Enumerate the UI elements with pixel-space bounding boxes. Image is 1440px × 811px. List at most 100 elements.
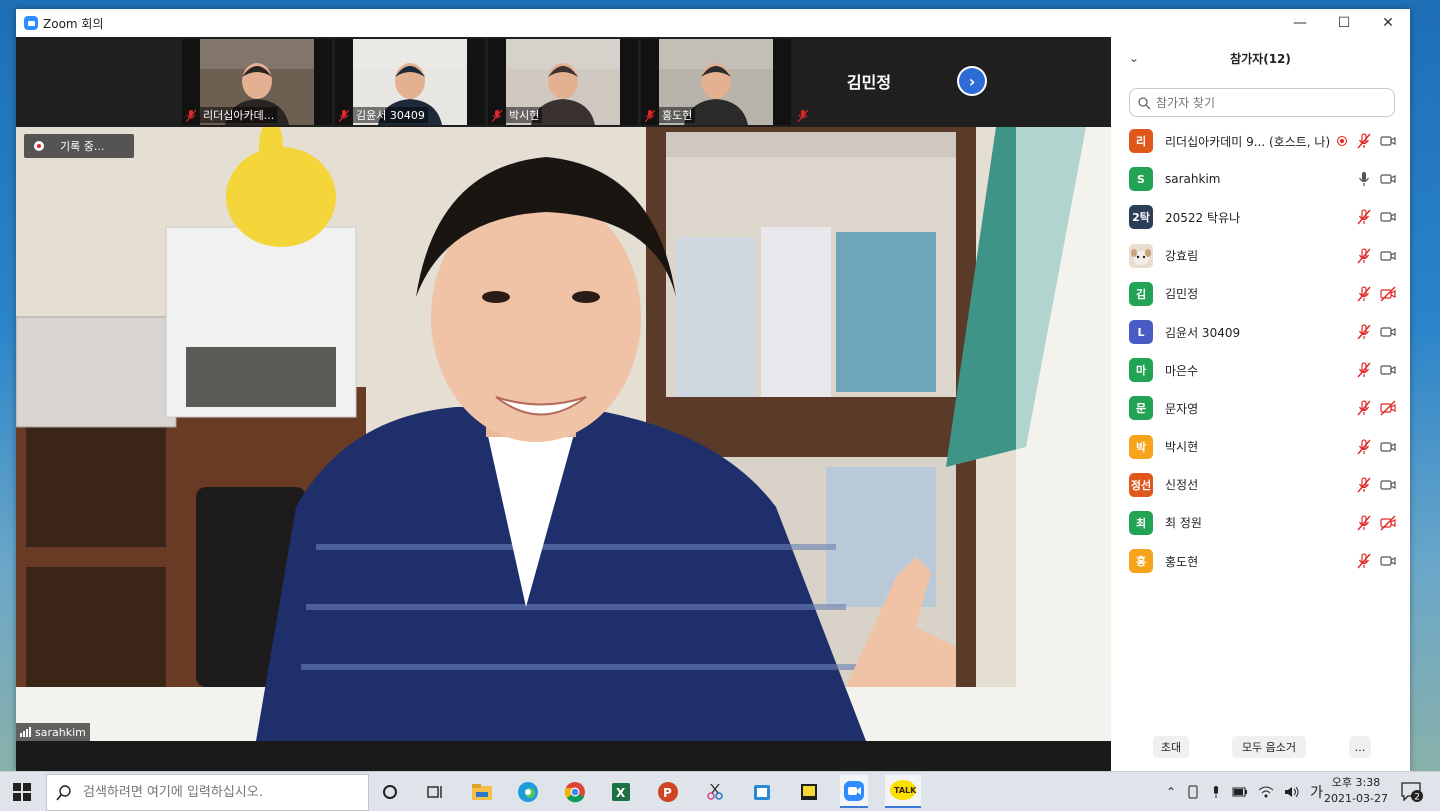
mic-muted-icon[interactable] — [1356, 133, 1372, 149]
video-off-icon[interactable] — [1380, 515, 1396, 531]
edge-browser-button[interactable] — [514, 778, 542, 806]
mic-muted-icon[interactable] — [1356, 400, 1372, 416]
mic-muted-icon[interactable] — [1356, 248, 1372, 264]
mic-muted-icon[interactable] — [1356, 286, 1372, 302]
video-off-icon[interactable] — [1380, 286, 1396, 302]
avatar-initial: 문 — [1135, 402, 1147, 416]
windows-start-icon[interactable] — [12, 782, 32, 802]
excel-button[interactable]: X — [607, 778, 635, 806]
more-options-button[interactable]: ... — [1349, 736, 1371, 758]
mic-muted-icon[interactable] — [1356, 209, 1372, 225]
avatar: L — [1129, 320, 1153, 345]
system-tray: ⌃ 가 — [1166, 772, 1323, 811]
participant-row[interactable]: Ssarahkim — [1111, 160, 1410, 198]
mic-muted-icon[interactable] — [1356, 477, 1372, 493]
notification-icon: 2 — [1401, 782, 1423, 803]
mic-muted-icon[interactable] — [1356, 515, 1372, 531]
video-camera-icon[interactable] — [1380, 133, 1396, 149]
battery-icon[interactable] — [1232, 786, 1248, 798]
avatar: 정선 — [1129, 472, 1153, 497]
video-camera-icon[interactable] — [1380, 324, 1396, 340]
video-camera-icon[interactable] — [1380, 248, 1396, 264]
next-page-button[interactable]: › — [957, 66, 987, 96]
panel-title: 참가자(12) — [1230, 52, 1291, 66]
zoom-app-button[interactable] — [840, 775, 868, 808]
sticky-notes-icon — [801, 784, 817, 800]
thumbnail-name: 홍도현 — [659, 107, 696, 123]
volume-icon[interactable] — [1284, 785, 1300, 799]
microphone-icon[interactable] — [1356, 171, 1372, 187]
microphone-icon[interactable] — [1210, 785, 1222, 799]
mic-muted-icon[interactable] — [1356, 438, 1372, 455]
active-speaker-video[interactable]: 기록 중... — [16, 127, 1111, 741]
wifi-icon[interactable] — [1258, 785, 1274, 799]
video-camera-icon[interactable] — [1380, 553, 1396, 569]
taskbar-search-input[interactable] — [81, 784, 365, 801]
participant-row[interactable]: 리 리더십아카데미 9... (호스트, 나) — [1111, 122, 1410, 160]
invite-button[interactable]: 초대 — [1153, 736, 1189, 758]
minimize-button[interactable]: — — [1278, 9, 1322, 37]
avatar: 박 — [1129, 434, 1153, 459]
participant-row[interactable]: 정선 신정선 — [1111, 466, 1410, 504]
app-button[interactable] — [748, 778, 776, 806]
participant-row[interactable]: 마 마은수 — [1111, 351, 1410, 389]
participant-row[interactable]: 김 김민정 — [1111, 275, 1410, 313]
video-camera-icon[interactable] — [1380, 439, 1396, 455]
taskbar-clock[interactable]: 오후 3:38 2021-03-27 — [1322, 775, 1390, 807]
video-camera-icon[interactable] — [1380, 362, 1396, 378]
participant-status-icons — [1356, 248, 1396, 264]
video-camera-icon[interactable] — [1380, 209, 1396, 225]
sticky-notes-button[interactable] — [795, 778, 823, 806]
device-icon[interactable] — [1186, 785, 1200, 799]
file-explorer-button[interactable] — [468, 778, 496, 806]
thumbnail-name: 박시현 — [506, 107, 543, 123]
video-thumbnail[interactable]: 김민정 — [794, 39, 944, 125]
chevron-up-icon[interactable]: ⌃ — [1166, 785, 1176, 799]
video-camera-icon[interactable] — [1380, 171, 1396, 187]
participant-row[interactable]: L 김윤서 30409 — [1111, 313, 1410, 351]
video-thumbnail[interactable]: 홍도현 — [641, 39, 791, 125]
participant-row[interactable]: 문 문자영 — [1111, 389, 1410, 427]
participant-row[interactable]: 박 박시현 — [1111, 428, 1410, 466]
chrome-browser-button[interactable] — [561, 778, 589, 806]
participant-name: 신정선 — [1165, 478, 1199, 493]
task-view-button[interactable] — [420, 778, 448, 806]
participant-name: 마은수 — [1165, 363, 1199, 378]
video-thumbnail[interactable]: 김윤서 30409 — [335, 39, 485, 125]
avatar: 홍 — [1129, 549, 1153, 574]
mute-all-button[interactable]: 모두 음소거 — [1232, 736, 1306, 758]
taskbar-search-box[interactable] — [46, 774, 369, 811]
close-button[interactable]: ✕ — [1366, 9, 1410, 37]
mic-muted-icon — [186, 110, 196, 122]
active-speaker-name: sarahkim — [35, 725, 86, 739]
participant-row[interactable]: 홍 홍도현 — [1111, 542, 1410, 580]
snip-tool-button[interactable] — [701, 778, 729, 806]
video-thumbnail[interactable]: 박시현 — [488, 39, 638, 125]
search-input[interactable] — [1154, 94, 1388, 111]
mic-muted-icon[interactable] — [1356, 362, 1372, 378]
video-thumbnail[interactable]: 리더십아카데... — [182, 39, 332, 125]
participant-row[interactable]: 강효림 — [1111, 237, 1410, 275]
powerpoint-button[interactable]: P — [654, 778, 682, 806]
avatar-initial: 박 — [1135, 440, 1147, 454]
participant-name: sarahkim — [1165, 172, 1221, 187]
cortana-button[interactable] — [376, 778, 404, 806]
thumbnail-name: 리더십아카데... — [200, 107, 278, 123]
participant-row[interactable]: 최 최 정원 — [1111, 504, 1410, 542]
kakaotalk-button[interactable]: TALK — [885, 775, 921, 808]
recording-indicator[interactable]: 기록 중... — [24, 134, 134, 158]
participant-status-icons — [1356, 209, 1396, 225]
participant-row[interactable]: 2탁 20522 탁유나 — [1111, 198, 1410, 236]
participant-status-icons — [1356, 400, 1396, 416]
mic-muted-icon — [492, 110, 502, 122]
meeting-controls-bar — [16, 741, 1111, 771]
notification-center-button[interactable]: 2 — [1400, 781, 1424, 803]
participant-status-icons — [1356, 477, 1396, 493]
mic-muted-icon[interactable] — [1356, 324, 1372, 340]
maximize-button[interactable]: ☐ — [1322, 9, 1366, 37]
video-off-icon[interactable] — [1380, 400, 1396, 416]
avatar-initial: 마 — [1135, 364, 1147, 378]
mic-muted-icon[interactable] — [1356, 553, 1372, 569]
participant-search[interactable] — [1129, 88, 1395, 117]
video-camera-icon[interactable] — [1380, 477, 1396, 493]
